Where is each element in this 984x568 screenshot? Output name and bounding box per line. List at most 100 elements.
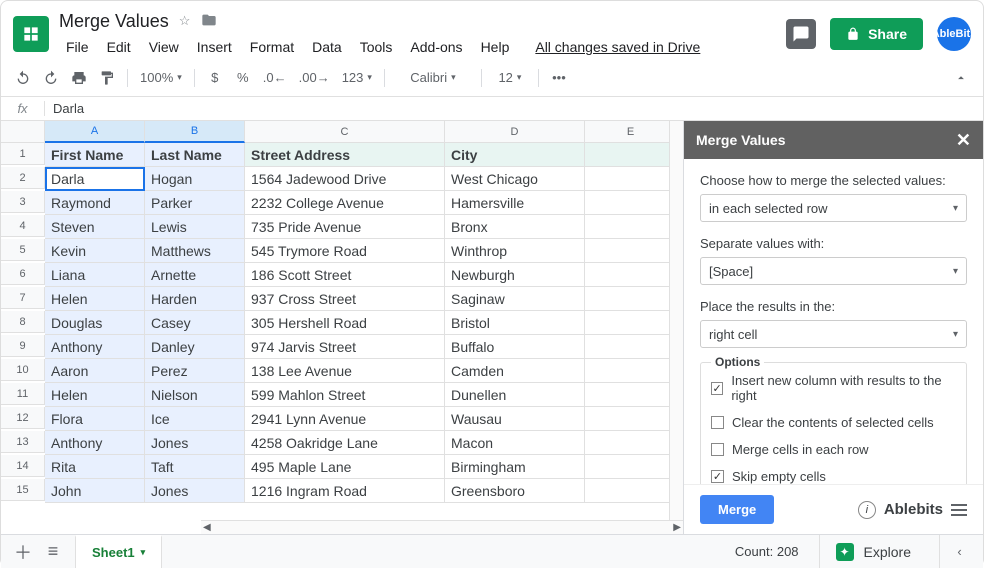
formula-input[interactable]: Darla bbox=[45, 101, 983, 116]
row-header-3[interactable]: 3 bbox=[1, 191, 45, 213]
merge-button[interactable]: Merge bbox=[700, 495, 774, 524]
cell[interactable]: Macon bbox=[445, 431, 585, 455]
cell[interactable]: Winthrop bbox=[445, 239, 585, 263]
cell[interactable]: Aaron bbox=[45, 359, 145, 383]
info-icon[interactable]: i bbox=[858, 501, 876, 519]
cell[interactable] bbox=[585, 191, 677, 215]
comments-button[interactable] bbox=[786, 19, 816, 49]
cell[interactable]: Liana bbox=[45, 263, 145, 287]
option-merge-cells[interactable]: Merge cells in each row bbox=[711, 442, 956, 457]
cell[interactable]: Bristol bbox=[445, 311, 585, 335]
vertical-scrollbar[interactable] bbox=[669, 121, 683, 520]
all-sheets-button[interactable]: ≡ bbox=[39, 538, 67, 566]
cell[interactable]: Wausau bbox=[445, 407, 585, 431]
cell[interactable]: Hogan bbox=[145, 167, 245, 191]
scroll-right-icon[interactable]: ▶ bbox=[673, 522, 681, 533]
cell[interactable] bbox=[585, 383, 677, 407]
font-select[interactable]: Calibri bbox=[393, 66, 473, 90]
cell[interactable] bbox=[585, 239, 677, 263]
choose-merge-select[interactable]: in each selected row bbox=[700, 194, 967, 222]
menu-edit[interactable]: Edit bbox=[100, 37, 138, 57]
row-header-4[interactable]: 4 bbox=[1, 215, 45, 237]
cell[interactable]: 937 Cross Street bbox=[245, 287, 445, 311]
paint-format-button[interactable] bbox=[95, 66, 119, 90]
cell-header[interactable]: Street Address bbox=[245, 143, 445, 167]
cell[interactable] bbox=[585, 287, 677, 311]
row-header-14[interactable]: 14 bbox=[1, 455, 45, 477]
row-header-5[interactable]: 5 bbox=[1, 239, 45, 261]
selection-count[interactable]: Count: 208 bbox=[735, 544, 807, 559]
menu-addons[interactable]: Add-ons bbox=[403, 37, 469, 57]
move-folder-icon[interactable] bbox=[200, 12, 218, 31]
place-results-select[interactable]: right cell bbox=[700, 320, 967, 348]
menu-view[interactable]: View bbox=[142, 37, 186, 57]
row-header-12[interactable]: 12 bbox=[1, 407, 45, 429]
menu-insert[interactable]: Insert bbox=[190, 37, 239, 57]
cell[interactable] bbox=[585, 431, 677, 455]
more-tools-button[interactable]: ••• bbox=[547, 66, 571, 90]
cell-header[interactable]: City bbox=[445, 143, 585, 167]
menu-format[interactable]: Format bbox=[243, 37, 301, 57]
cell[interactable]: Steven bbox=[45, 215, 145, 239]
cell[interactable]: 974 Jarvis Street bbox=[245, 335, 445, 359]
row-header-8[interactable]: 8 bbox=[1, 311, 45, 333]
cell[interactable]: Darla bbox=[45, 167, 145, 191]
cell[interactable]: Jones bbox=[145, 431, 245, 455]
cell[interactable]: 4258 Oakridge Lane bbox=[245, 431, 445, 455]
cell[interactable]: 138 Lee Avenue bbox=[245, 359, 445, 383]
cell-header[interactable] bbox=[585, 143, 677, 167]
cell[interactable]: Nielson bbox=[145, 383, 245, 407]
row-header-1[interactable]: 1 bbox=[1, 143, 45, 165]
cell[interactable]: Lewis bbox=[145, 215, 245, 239]
separator-select[interactable]: [Space] bbox=[700, 257, 967, 285]
cell[interactable] bbox=[585, 215, 677, 239]
redo-button[interactable] bbox=[39, 66, 63, 90]
cell[interactable]: 1564 Jadewood Drive bbox=[245, 167, 445, 191]
cell-header[interactable]: Last Name bbox=[145, 143, 245, 167]
column-header-A[interactable]: A bbox=[45, 121, 145, 143]
cell[interactable]: Saginaw bbox=[445, 287, 585, 311]
cell[interactable]: 495 Maple Lane bbox=[245, 455, 445, 479]
cell[interactable]: Anthony bbox=[45, 335, 145, 359]
explore-button[interactable]: ✦ Explore bbox=[819, 535, 927, 568]
fx-label[interactable]: fx bbox=[1, 101, 45, 116]
format-percent-button[interactable]: % bbox=[231, 66, 255, 90]
cell[interactable]: Anthony bbox=[45, 431, 145, 455]
sheets-app-icon[interactable] bbox=[13, 16, 49, 52]
row-header-7[interactable]: 7 bbox=[1, 287, 45, 309]
collapse-sidebar-button[interactable]: ‹ bbox=[939, 535, 979, 568]
cell[interactable]: 2941 Lynn Avenue bbox=[245, 407, 445, 431]
cell[interactable]: Helen bbox=[45, 287, 145, 311]
format-currency-button[interactable]: $ bbox=[203, 66, 227, 90]
column-header-C[interactable]: C bbox=[245, 121, 445, 143]
account-avatar[interactable]: AbleBits bbox=[937, 17, 971, 51]
cell[interactable] bbox=[585, 335, 677, 359]
cell[interactable]: Birmingham bbox=[445, 455, 585, 479]
print-button[interactable] bbox=[67, 66, 91, 90]
cell[interactable]: Danley bbox=[145, 335, 245, 359]
menu-help[interactable]: Help bbox=[474, 37, 517, 57]
cell[interactable]: Matthews bbox=[145, 239, 245, 263]
decrease-decimal-button[interactable]: .0← bbox=[259, 66, 291, 90]
select-all-corner[interactable] bbox=[1, 121, 45, 143]
menu-file[interactable]: File bbox=[59, 37, 96, 57]
cell[interactable] bbox=[585, 359, 677, 383]
cell[interactable]: Greensboro bbox=[445, 479, 585, 503]
sidebar-close-button[interactable]: ✕ bbox=[956, 130, 971, 151]
cell[interactable]: 305 Hershell Road bbox=[245, 311, 445, 335]
share-button[interactable]: Share bbox=[830, 18, 923, 50]
cell[interactable]: Jones bbox=[145, 479, 245, 503]
row-header-2[interactable]: 2 bbox=[1, 167, 45, 189]
cell[interactable]: Casey bbox=[145, 311, 245, 335]
zoom-select[interactable]: 100% bbox=[136, 66, 186, 90]
font-size-select[interactable]: 12 bbox=[490, 66, 530, 90]
column-header-B[interactable]: B bbox=[145, 121, 245, 143]
cell[interactable]: Rita bbox=[45, 455, 145, 479]
cell[interactable]: Helen bbox=[45, 383, 145, 407]
cell[interactable]: Newburgh bbox=[445, 263, 585, 287]
cell[interactable]: Ice bbox=[145, 407, 245, 431]
cell[interactable]: Buffalo bbox=[445, 335, 585, 359]
cell[interactable]: Hamersville bbox=[445, 191, 585, 215]
document-title[interactable]: Merge Values bbox=[59, 11, 169, 32]
row-header-13[interactable]: 13 bbox=[1, 431, 45, 453]
